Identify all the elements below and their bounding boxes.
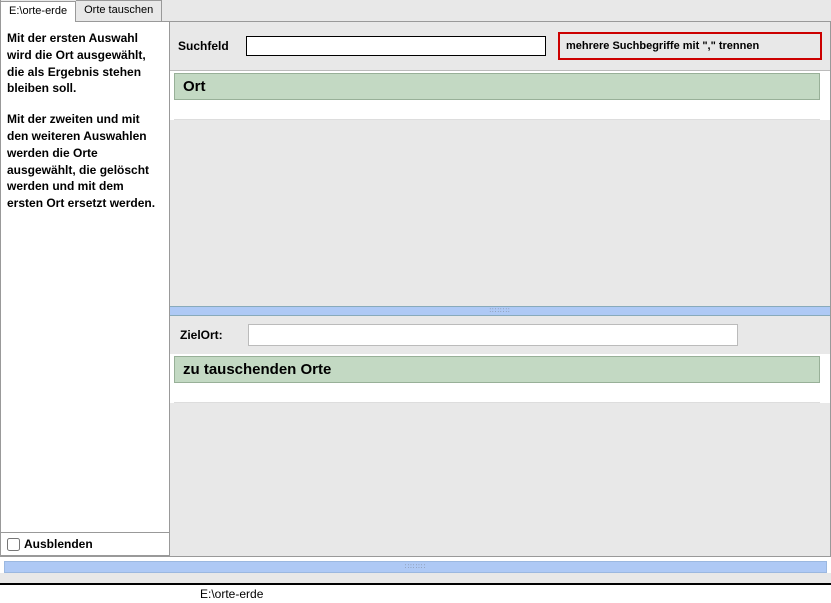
zu-tauschen-list[interactable] [174, 383, 820, 403]
section-header-zu-tauschen: zu tauschenden Orte [174, 356, 820, 383]
right-panel: Suchfeld mehrere Suchbegriffe mit "," tr… [170, 22, 831, 556]
ausblenden-row: Ausblenden [1, 533, 169, 555]
bottom-splitter[interactable]: :::::::: [4, 561, 827, 573]
search-hint-box: mehrere Suchbegriffe mit "," trennen [558, 32, 822, 60]
zielort-row: ZielOrt: [170, 316, 830, 354]
ort-list[interactable] [174, 100, 820, 120]
tab-orte-tauschen[interactable]: Orte tauschen [76, 0, 162, 21]
main-area: Mit der ersten Auswahl wird die Ort ausg… [0, 22, 831, 556]
section-header-ort: Ort [174, 73, 820, 100]
zielort-input[interactable] [248, 324, 738, 346]
lower-spacer [170, 403, 830, 556]
ausblenden-checkbox[interactable] [7, 538, 20, 551]
info-para-1: Mit der ersten Auswahl wird die Ort ausg… [7, 30, 163, 97]
search-hint-text: mehrere Suchbegriffe mit "," trennen [566, 40, 759, 52]
status-bar: E:\orte-erde [0, 583, 831, 603]
info-para-2: Mit der zweiten und mit den weiteren Aus… [7, 111, 163, 212]
upper-spacer [170, 120, 830, 306]
search-label: Suchfeld [178, 39, 238, 53]
info-text: Mit der ersten Auswahl wird die Ort ausg… [1, 22, 169, 533]
ausblenden-label: Ausblenden [24, 537, 93, 551]
horizontal-splitter[interactable]: :::::::: [170, 306, 830, 316]
zielort-label: ZielOrt: [180, 328, 240, 342]
bottom-splitter-area: :::::::: [0, 556, 831, 583]
search-row: Suchfeld mehrere Suchbegriffe mit "," tr… [170, 22, 830, 71]
search-input[interactable] [246, 36, 546, 56]
tab-orte-erde[interactable]: E:\orte-erde [1, 1, 76, 22]
left-panel: Mit der ersten Auswahl wird die Ort ausg… [0, 22, 170, 556]
tab-bar: E:\orte-erde Orte tauschen [0, 0, 831, 22]
bottom-gap [0, 573, 831, 583]
